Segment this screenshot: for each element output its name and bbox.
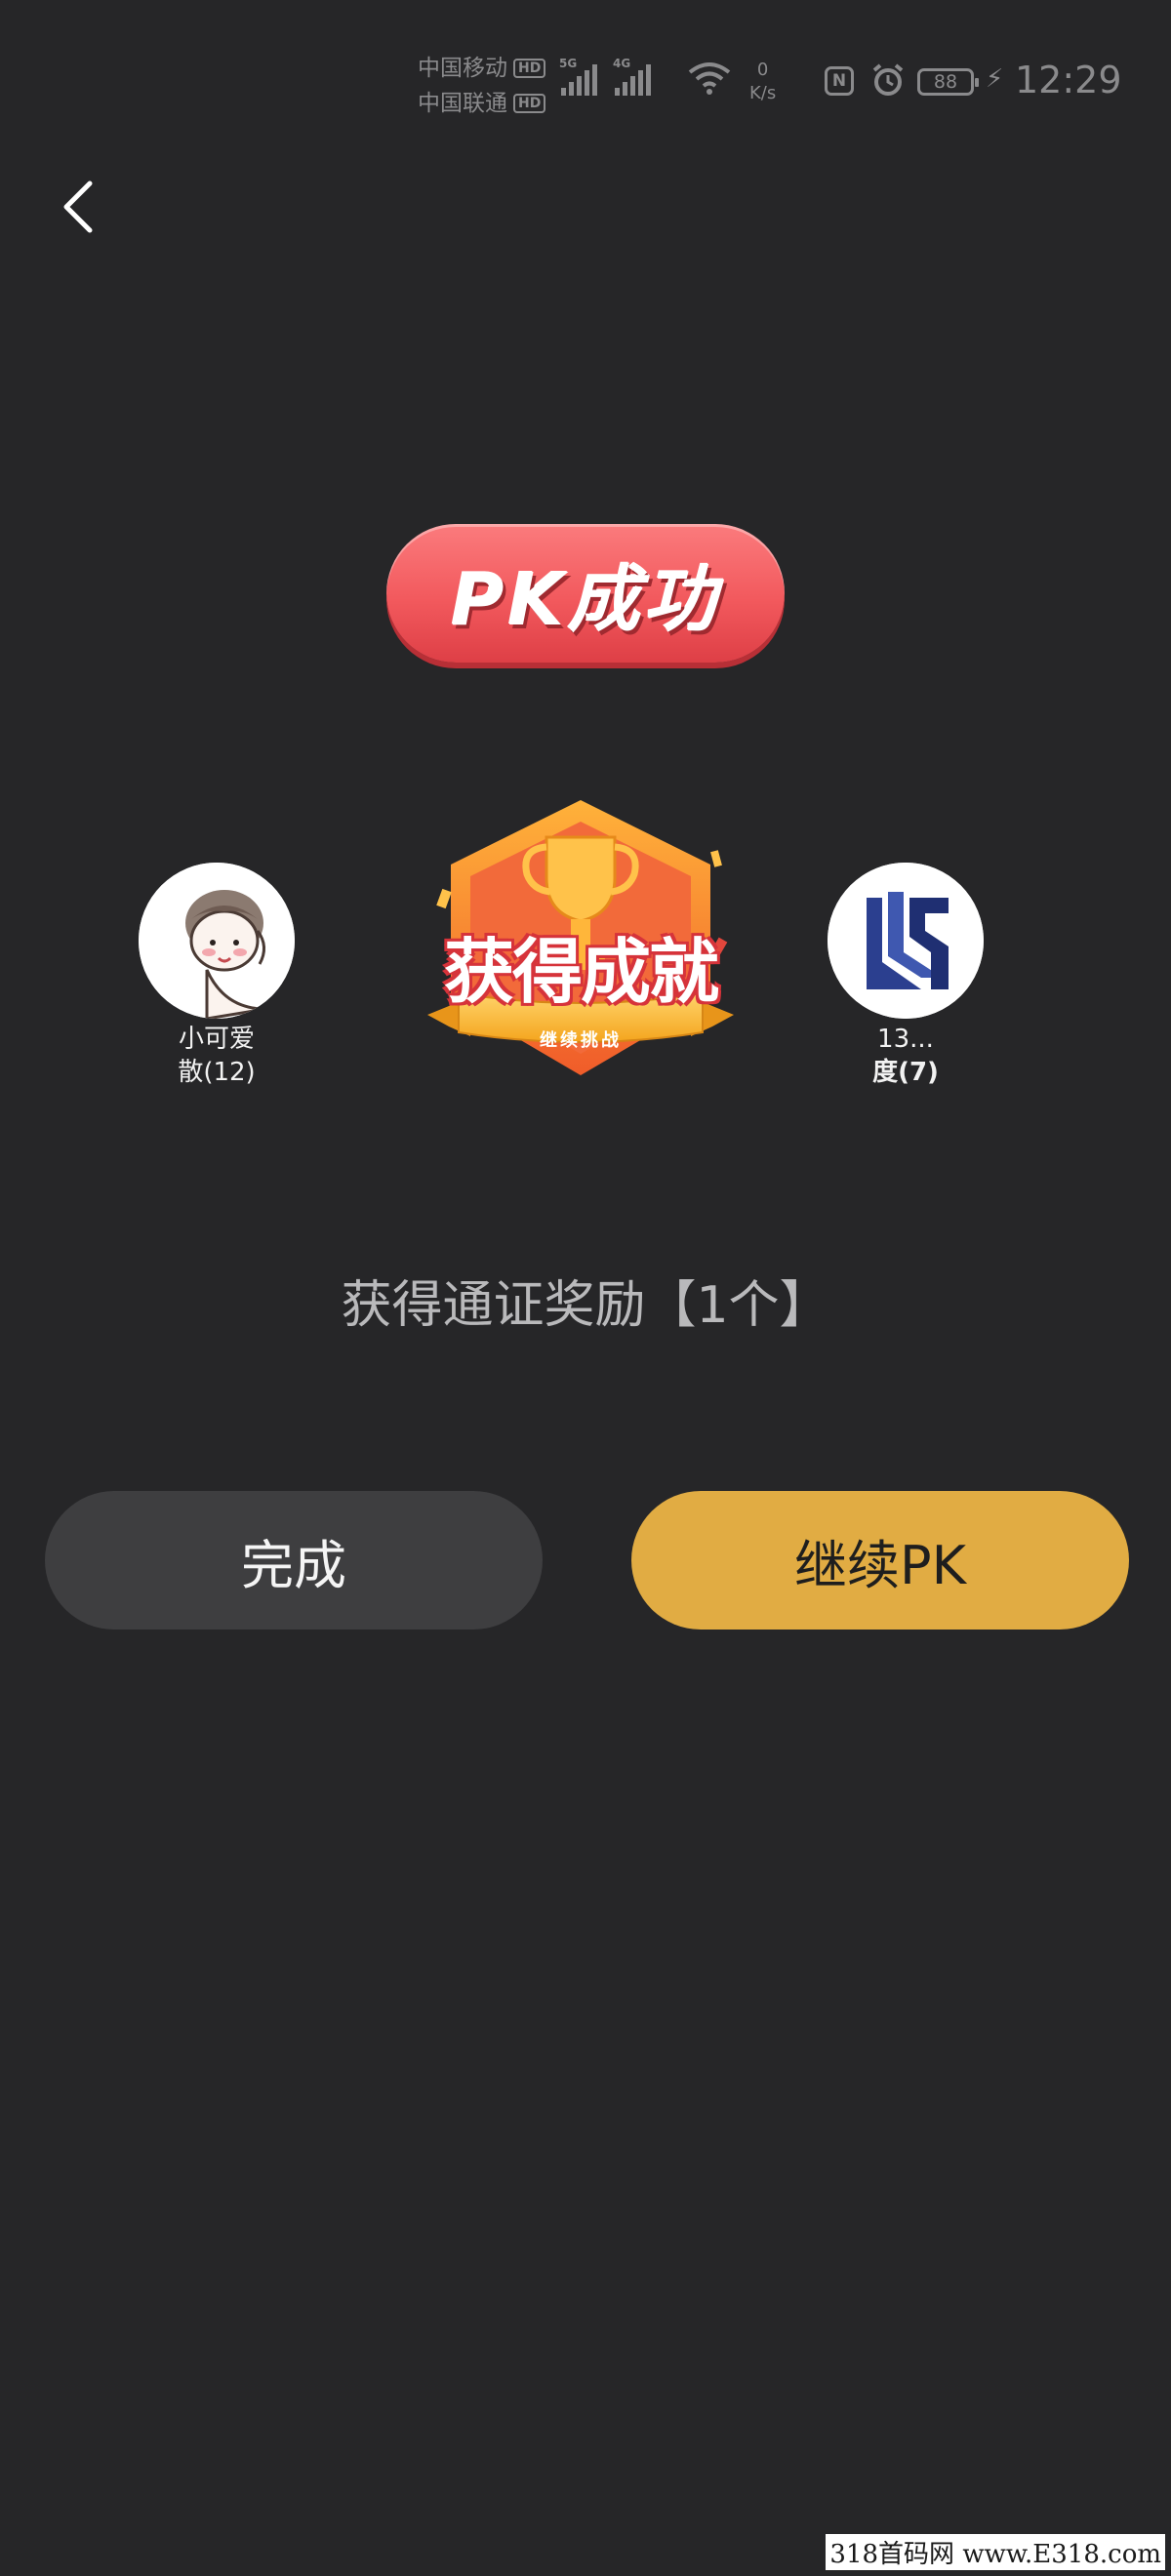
player-name: 小可爱	[178, 1025, 255, 1054]
pk-success-text: PK成功	[451, 557, 720, 642]
done-button[interactable]: 完成	[45, 1491, 543, 1630]
battery-icon: 88	[917, 68, 979, 96]
chevron-left-icon	[63, 181, 93, 233]
player-score: 散(12)	[178, 1058, 256, 1087]
signal-icon: 5G	[559, 57, 597, 96]
hd-badge: HD	[513, 94, 546, 113]
reward-text: 获得通证奖励【1个】	[341, 1276, 830, 1335]
carrier-2-label: 中国联通	[418, 91, 507, 116]
logo-avatar	[828, 863, 984, 1019]
pk-success-badge: PK成功	[386, 524, 785, 663]
achievement-ribbon-text: 继续挑战	[540, 1030, 622, 1051]
network-speed: 0 K/s	[749, 59, 776, 105]
signal-indicators: 5G 4G	[559, 57, 651, 96]
player-left: 小可爱 散(12)	[119, 863, 314, 1089]
nfc-icon: N	[825, 66, 854, 96]
player-name: 13...	[877, 1025, 934, 1054]
status-bar: 中国移动 HD 中国联通 HD 5G 4G 0 K/s N 88 ⚡ 12:29	[0, 51, 1171, 119]
avatar[interactable]	[139, 863, 295, 1019]
continue-pk-button[interactable]: 继续PK	[631, 1491, 1129, 1630]
achievement-title: 获得成就	[443, 931, 719, 1013]
watermark-text: 318首码网 www.E318.com	[826, 2534, 1165, 2570]
hd-badge: HD	[513, 59, 546, 78]
achievement-emblem: 获得成就 继续挑战	[420, 792, 742, 1085]
sim1-generation: 5G	[559, 57, 578, 70]
status-time: 12:29	[1015, 59, 1122, 101]
player-score: 度(7)	[872, 1058, 939, 1087]
sim2-generation: 4G	[613, 57, 631, 70]
carrier-1-label: 中国移动	[418, 56, 507, 81]
signal-icon: 4G	[613, 57, 651, 96]
player-right: 13... 度(7)	[808, 863, 1003, 1089]
net-speed-unit: K/s	[749, 83, 777, 103]
charging-icon: ⚡	[986, 64, 1004, 94]
net-speed-value: 0	[756, 60, 769, 80]
cartoon-girl-avatar	[139, 863, 295, 1019]
wifi-icon	[688, 62, 731, 95]
back-button[interactable]	[49, 176, 107, 234]
alarm-icon	[872, 63, 904, 96]
carrier-info: 中国移动 HD 中国联通 HD	[418, 51, 546, 121]
avatar[interactable]	[828, 863, 984, 1019]
battery-level: 88	[933, 71, 958, 93]
